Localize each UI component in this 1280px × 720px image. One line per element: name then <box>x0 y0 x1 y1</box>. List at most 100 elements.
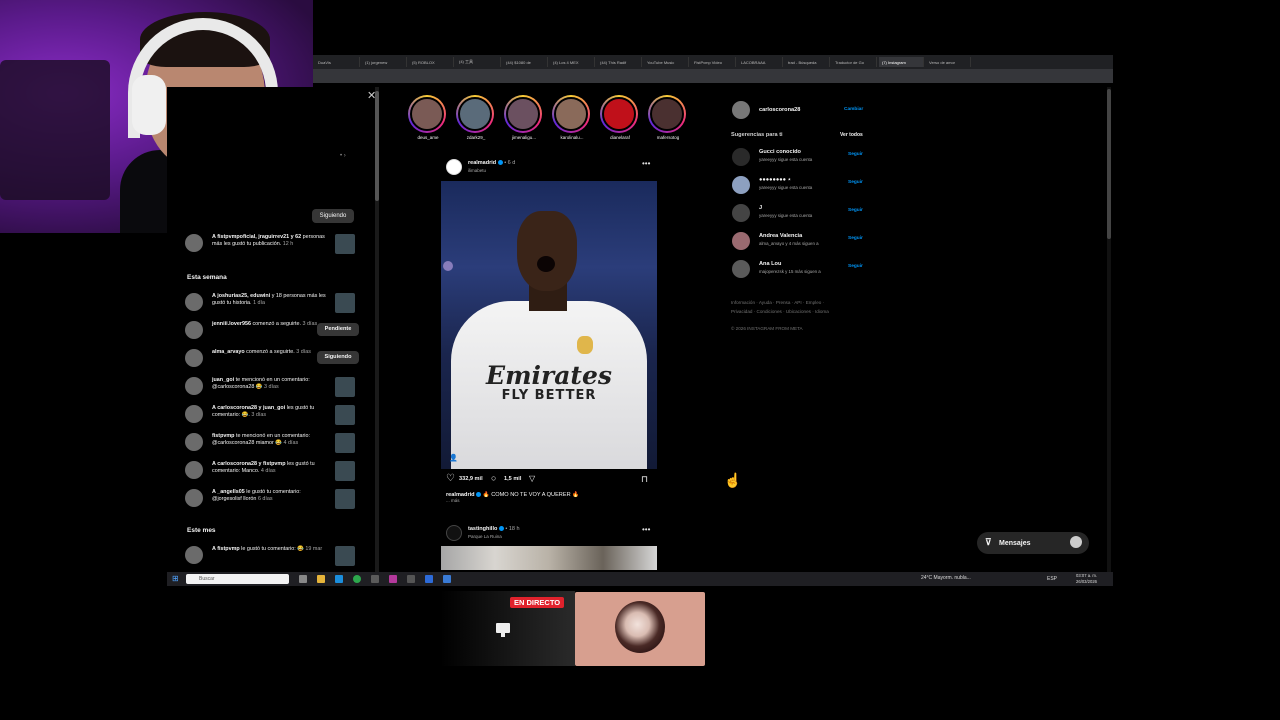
browser-tab[interactable]: YouTube Music <box>644 57 689 67</box>
post-thumbnail[interactable] <box>335 433 355 453</box>
chrome-icon[interactable] <box>353 575 361 583</box>
browser-tab[interactable]: trad - Búsqueda <box>785 57 830 67</box>
follow-button[interactable]: Seguir <box>848 208 863 213</box>
browser-tab[interactable]: Traductor de Go <box>832 57 877 67</box>
notification-item[interactable]: fistpvmp te mencionó en un comentario: @… <box>185 431 360 455</box>
avatar[interactable] <box>732 204 750 222</box>
notification-item[interactable]: juan_goi te mencionó en un comentario: @… <box>185 375 360 399</box>
avatar[interactable] <box>732 232 750 250</box>
like-icon[interactable]: ♡ <box>446 473 455 484</box>
post-thumbnail[interactable] <box>335 234 355 254</box>
browser-address-bar[interactable] <box>313 69 1113 83</box>
obs-icon[interactable] <box>389 575 397 583</box>
avatar[interactable] <box>446 159 462 175</box>
avatar[interactable] <box>185 234 203 252</box>
browser-tab[interactable]: (1) jorgenew <box>362 57 407 67</box>
browser-tab[interactable]: LACOBRAAA <box>738 57 783 67</box>
bookmark-icon[interactable]: ⊓ <box>641 474 648 485</box>
avatar[interactable] <box>185 405 203 423</box>
notification-item[interactable]: alma_arvayo comenzó a seguirte. 3 días Si… <box>185 347 360 371</box>
avatar[interactable] <box>732 260 750 278</box>
notification-action-button[interactable]: Pendiente <box>317 323 359 336</box>
story-item[interactable]: dianelaraf <box>600 95 640 140</box>
post-thumbnail[interactable] <box>335 377 355 397</box>
browser-tab[interactable]: FistPvmp Video <box>691 57 736 67</box>
app-icon[interactable] <box>371 575 379 583</box>
story-item[interactable]: zdark29_ <box>456 95 496 140</box>
messages-button[interactable]: ⊽ Mensajes <box>977 532 1089 554</box>
weather-widget[interactable]: 24°C Mayorm. nubla... <box>921 575 971 581</box>
suggestion-name[interactable]: Andrea Valencia <box>759 233 802 239</box>
app-icon[interactable] <box>425 575 433 583</box>
notification-item[interactable]: A carloscorona28 y fistpvmp les gustó tu… <box>185 459 360 483</box>
post2-location[interactable]: Parque La Ruina <box>468 534 502 539</box>
notification-item[interactable]: A joshurias25, eduwini y 18 personas más… <box>185 291 360 315</box>
follow-button[interactable]: Seguir <box>848 152 863 157</box>
avatar[interactable] <box>732 176 750 194</box>
notification-item[interactable]: A fistpvmp le gustó tu comentario: 😂 19 … <box>185 544 360 568</box>
notification-item[interactable]: A _angells05 le gustó tu comentario: @jo… <box>185 487 360 511</box>
post2-username[interactable]: tastinghillo <box>468 526 497 532</box>
story-item[interactable]: deus_ame <box>408 95 448 140</box>
notification-item[interactable]: jenniii.lover956 comenzó a seguirte. 3 d… <box>185 319 360 343</box>
avatar[interactable] <box>446 525 462 541</box>
footer-links[interactable]: Información · Ayuda · Prensa · API · Emp… <box>731 298 829 316</box>
avatar[interactable] <box>185 433 203 451</box>
story-item[interactable]: jimenaligu... <box>504 95 544 140</box>
browser-tab[interactable]: (44) $1080 de <box>503 57 548 67</box>
switch-account-link[interactable]: Cambiar <box>844 107 863 112</box>
follow-button[interactable]: Seguir <box>848 264 863 269</box>
comment-icon[interactable]: ○ <box>491 473 496 483</box>
post-thumbnail[interactable] <box>335 461 355 481</box>
browser-tab[interactable]: (7) Instagram <box>879 57 924 67</box>
avatar[interactable] <box>185 546 203 564</box>
language-indicator[interactable]: ESP <box>1047 576 1057 582</box>
post-thumbnail[interactable] <box>335 293 355 313</box>
post2-image[interactable] <box>441 546 657 570</box>
avatar[interactable] <box>185 321 203 339</box>
app-icon[interactable] <box>443 575 451 583</box>
following-button[interactable]: Siguiendo <box>312 209 354 223</box>
caption-more-link[interactable]: ... más <box>446 498 460 503</box>
avatar[interactable] <box>732 101 750 119</box>
taskbar-clock[interactable]: 03:07 a. m. 26/03/2026 <box>1067 573 1097 584</box>
browser-tab[interactable]: (5) ROBLOX <box>409 57 454 67</box>
notification-action-button[interactable]: Siguiendo <box>317 351 359 364</box>
suggestion-name[interactable]: Gucci conocido <box>759 149 801 155</box>
avatar[interactable] <box>185 349 203 367</box>
suggestion-name[interactable]: J <box>759 205 762 211</box>
post-location[interactable]: ilimabetu <box>468 168 486 173</box>
more-options-icon[interactable]: ••• <box>642 159 650 168</box>
page-scrollbar[interactable] <box>1107 87 1111 572</box>
app-icon[interactable] <box>407 575 415 583</box>
windows-start-icon[interactable]: ⊞ <box>172 574 179 583</box>
browser-tab[interactable]: (4) Los 4 MEX <box>550 57 595 67</box>
more-options-icon[interactable]: ••• <box>642 525 650 534</box>
avatar[interactable] <box>185 377 203 395</box>
see-all-link[interactable]: Ver todos <box>840 132 863 138</box>
current-username[interactable]: carloscorona28 <box>759 107 800 113</box>
browser-tab[interactable]: (44) This Radif <box>597 57 642 67</box>
notification-item[interactable]: A carloscorona28 y juan_goi les gustó tu… <box>185 403 360 427</box>
post-thumbnail[interactable] <box>335 489 355 509</box>
post-thumbnail[interactable] <box>335 546 355 566</box>
task-view-icon[interactable] <box>299 575 307 583</box>
avatar[interactable] <box>732 148 750 166</box>
comment-count[interactable]: 1,5 mil <box>504 476 521 482</box>
story-item[interactable]: mafersotog <box>648 95 688 140</box>
tagged-user-icon[interactable]: 👤 <box>449 454 458 462</box>
avatar[interactable] <box>185 293 203 311</box>
avatar[interactable] <box>185 461 203 479</box>
post-username[interactable]: realmadrid <box>468 160 496 166</box>
share-icon[interactable]: ▽ <box>529 474 535 483</box>
file-explorer-icon[interactable] <box>317 575 325 583</box>
like-count[interactable]: 332,9 mil <box>459 476 483 482</box>
post-image[interactable]: Emirates FLY BETTER 👤 <box>441 181 657 469</box>
suggestion-name[interactable]: ●●●●●●●● ⋆ <box>759 177 791 183</box>
browser-tab[interactable]: Verso de amor <box>926 57 971 67</box>
story-item[interactable]: karolinalu... <box>552 95 592 140</box>
taskbar-search[interactable]: Buscar <box>186 574 289 584</box>
follow-button[interactable]: Seguir <box>848 236 863 241</box>
store-icon[interactable] <box>335 575 343 583</box>
browser-tab[interactable]: (4) 工具 <box>456 57 501 67</box>
